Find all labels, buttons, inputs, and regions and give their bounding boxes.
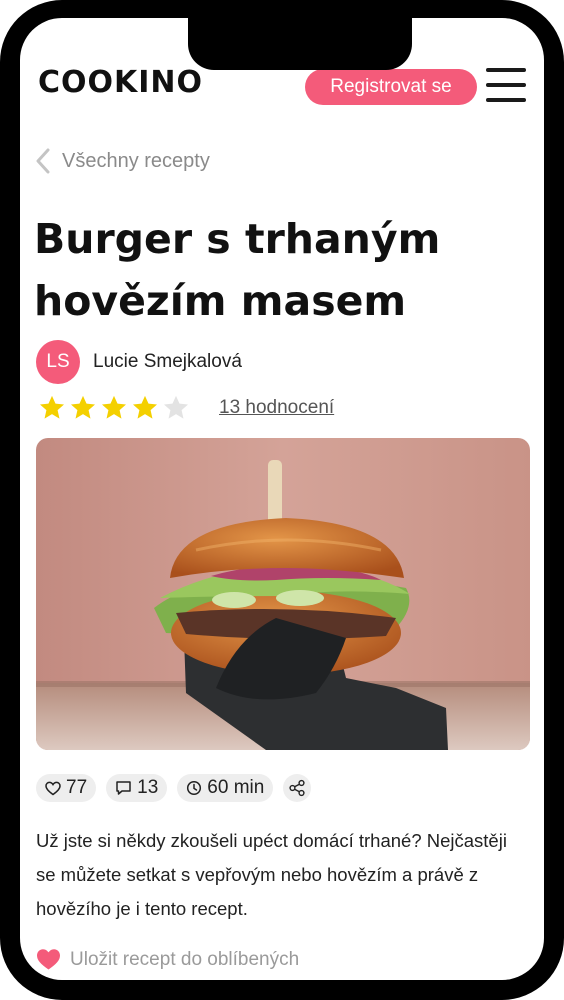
star-empty-icon[interactable] bbox=[162, 394, 190, 421]
chevron-left-icon bbox=[36, 148, 50, 174]
comments-button[interactable]: 13 bbox=[106, 774, 168, 802]
star-filled-icon[interactable] bbox=[131, 394, 159, 421]
back-link[interactable]: Všechny recepty bbox=[36, 146, 210, 176]
share-icon bbox=[289, 779, 305, 797]
heart-icon bbox=[37, 949, 60, 970]
logo[interactable]: COOKINO bbox=[38, 65, 203, 100]
save-favorite-button[interactable]: Uložit recept do oblíbených bbox=[36, 948, 299, 971]
author-name[interactable]: Lucie Smejkalová bbox=[93, 351, 242, 373]
save-favorite-label: Uložit recept do oblíbených bbox=[70, 948, 300, 970]
phone-frame: COOKINO Registrovat se Všechny recepty B… bbox=[0, 0, 564, 1000]
heart-outline-icon bbox=[45, 781, 61, 795]
comment-icon bbox=[116, 781, 131, 795]
burger-photo bbox=[36, 438, 530, 750]
star-rating[interactable] bbox=[38, 394, 193, 421]
screen: COOKINO Registrovat se Všechny recepty B… bbox=[20, 18, 544, 980]
register-button[interactable]: Registrovat se bbox=[305, 69, 477, 105]
star-filled-icon[interactable] bbox=[69, 394, 97, 421]
likes-count: 77 bbox=[66, 777, 88, 798]
rating-count-link[interactable]: 13 hodnocení bbox=[219, 397, 334, 419]
back-label: Všechny recepty bbox=[62, 149, 210, 172]
share-button[interactable] bbox=[283, 774, 312, 802]
star-filled-icon[interactable] bbox=[38, 394, 66, 421]
recipe-description: Už jste si někdy zkoušeli upéct domácí t… bbox=[36, 830, 507, 919]
clock-icon bbox=[187, 780, 202, 796]
recipe-image bbox=[36, 438, 530, 750]
star-filled-icon[interactable] bbox=[100, 394, 128, 421]
author[interactable]: LS Lucie Smejkalová bbox=[36, 340, 242, 384]
recipe-page: COOKINO Registrovat se Všechny recepty B… bbox=[20, 18, 544, 980]
notch bbox=[188, 18, 412, 70]
likes-button[interactable]: 77 bbox=[36, 774, 97, 802]
avatar[interactable]: LS bbox=[36, 340, 80, 384]
recipe-title: Burger s trhaným hovězím masem bbox=[34, 215, 441, 325]
recipe-stats: 77 13 60 min bbox=[36, 774, 312, 802]
hamburger-menu-icon[interactable] bbox=[486, 68, 526, 104]
time-badge: 60 min bbox=[177, 774, 274, 802]
comments-count: 13 bbox=[137, 777, 159, 798]
rating: 13 hodnocení bbox=[38, 394, 334, 421]
time-value: 60 min bbox=[207, 777, 265, 798]
